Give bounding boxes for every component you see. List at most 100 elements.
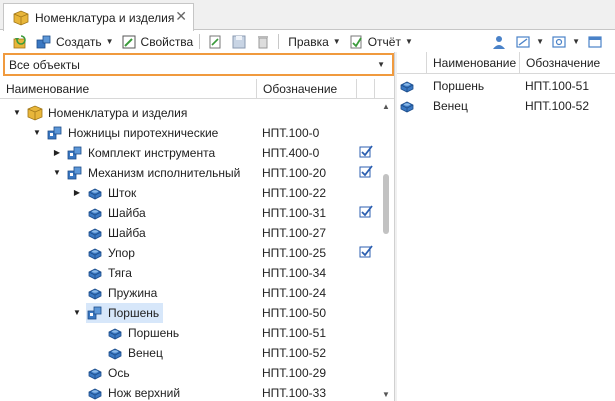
tree-row[interactable]: ▼ Механизм исполнительный НПТ.100-20 <box>0 163 378 183</box>
window-icon <box>586 34 604 50</box>
vertical-scrollbar[interactable]: ▲ ▼ <box>378 100 394 401</box>
tree-row-name-cell[interactable]: Комплект инструмента <box>66 143 219 163</box>
tree-row[interactable]: ▼ Ножницы пиротехнические НПТ.100-0 <box>0 123 378 143</box>
tree-row[interactable]: ▶ Шток НПТ.100-22 <box>0 183 378 203</box>
collapse-icon[interactable]: ▼ <box>72 308 82 318</box>
part-icon <box>86 245 104 261</box>
tree-row[interactable]: Упор НПТ.100-25 <box>0 243 378 263</box>
save-icon <box>230 34 248 50</box>
edit-document-button[interactable] <box>203 32 227 52</box>
list-item-name: Венец <box>433 99 468 113</box>
expand-icon[interactable]: ▶ <box>72 188 82 198</box>
tree-row-label: Тяга <box>108 266 132 280</box>
toolbar: Создать ▼ Свойства Правка ▼ Отчёт ▼ ▼ ▼ <box>0 31 615 52</box>
tree-row-name-cell[interactable]: Поршень <box>106 323 183 343</box>
checkmark-icon[interactable] <box>359 205 373 219</box>
tree-row[interactable]: Пружина НПТ.100-24 <box>0 283 378 303</box>
tree-row[interactable]: Ось НПТ.100-29 <box>0 363 378 383</box>
checkmark-icon[interactable] <box>359 165 373 179</box>
column-header-name[interactable]: Наименование <box>427 52 520 73</box>
tree-row[interactable]: Тяга НПТ.100-34 <box>0 263 378 283</box>
part-icon <box>86 185 104 201</box>
tree-row-code: НПТ.100-25 <box>262 246 326 260</box>
expand-icon[interactable]: ▶ <box>52 148 62 158</box>
delete-icon <box>254 34 272 50</box>
report-menu[interactable]: Отчёт ▼ <box>344 32 416 52</box>
user-icon <box>490 34 508 50</box>
scroll-up-icon[interactable]: ▲ <box>382 102 390 111</box>
layout-button[interactable]: ▼ <box>547 32 583 52</box>
tree-row-name-cell[interactable]: Ножницы пиротехнические <box>46 123 222 143</box>
tree-row[interactable]: Венец НПТ.100-52 <box>0 343 378 363</box>
properties-button[interactable]: Свойства <box>117 32 197 52</box>
tree-row-name-cell[interactable]: Шток <box>86 183 140 203</box>
delete-button[interactable] <box>251 32 275 52</box>
tab-nomenclature[interactable]: Номенклатура и изделия ✕ <box>3 3 194 31</box>
tree-row[interactable]: Нож верхний НПТ.100-33 <box>0 383 378 401</box>
tree-row-label: Пружина <box>108 286 158 300</box>
window-button[interactable] <box>583 32 607 52</box>
checkmark-icon[interactable] <box>359 145 373 159</box>
tree-row-name-cell[interactable]: Пружина <box>86 283 161 303</box>
tree-row-name-cell[interactable]: Упор <box>86 243 139 263</box>
column-header-check[interactable] <box>357 79 375 98</box>
list-item[interactable]: Поршень НПТ.100-51 <box>397 76 615 96</box>
tree-row-code: НПТ.100-31 <box>262 206 326 220</box>
folder-box-icon <box>12 10 30 26</box>
tree-row[interactable]: Шайба НПТ.100-31 <box>0 203 378 223</box>
tree-row[interactable]: Шайба НПТ.100-27 <box>0 223 378 243</box>
close-icon[interactable]: ✕ <box>175 9 187 23</box>
part-icon <box>86 365 104 381</box>
tree-row-code: НПТ.400-0 <box>262 146 320 160</box>
properties-icon <box>120 34 138 50</box>
tree-row-name-cell[interactable]: Венец <box>106 343 167 363</box>
part-icon <box>86 385 104 401</box>
tree-header: Наименование Обозначение <box>0 79 394 99</box>
tree-row-code: НПТ.100-27 <box>262 226 326 240</box>
collapse-icon[interactable]: ▼ <box>52 168 62 178</box>
collapse-icon[interactable]: ▼ <box>12 108 22 118</box>
column-header-code[interactable]: Обозначение <box>520 52 615 73</box>
tree-row-name-cell[interactable]: Шайба <box>86 203 150 223</box>
toolbar-separator <box>199 34 201 49</box>
tree-row[interactable]: ▶ Комплект инструмента НПТ.400-0 <box>0 143 378 163</box>
part-icon <box>398 98 416 114</box>
chevron-down-icon[interactable]: ▼ <box>377 60 385 69</box>
tree-row-name-cell[interactable]: Тяга <box>86 263 136 283</box>
tree-row[interactable]: Поршень НПТ.100-51 <box>0 323 378 343</box>
save-button[interactable] <box>227 32 251 52</box>
tree-row-name-cell[interactable]: Механизм исполнительный <box>66 163 244 183</box>
collapse-icon[interactable]: ▼ <box>32 128 42 138</box>
create-button[interactable]: Создать ▼ <box>32 32 117 52</box>
tree-row-label: Шток <box>108 186 137 200</box>
edit-menu[interactable]: Правка ▼ <box>282 32 343 52</box>
tree-row-label: Ножницы пиротехнические <box>68 126 219 140</box>
chevron-down-icon: ▼ <box>105 37 114 46</box>
tree-row-name-cell[interactable]: Номенклатура и изделия <box>26 103 191 123</box>
scroll-down-icon[interactable]: ▼ <box>382 390 390 399</box>
column-header-icon[interactable] <box>397 52 427 73</box>
list-item-code: НПТ.100-51 <box>525 79 589 93</box>
tree-row-name-cell[interactable]: Поршень <box>86 303 164 323</box>
filter-dropdown[interactable]: Все объекты ▼ <box>3 53 394 76</box>
part-icon <box>86 205 104 221</box>
checkmark-icon[interactable] <box>359 245 373 259</box>
assembly-icon <box>46 125 64 141</box>
scrollbar-thumb[interactable] <box>383 174 389 234</box>
tree-row-name-cell[interactable]: Нож верхний <box>86 383 184 401</box>
view-options-button[interactable]: ▼ <box>511 32 547 52</box>
user-button[interactable] <box>487 32 511 52</box>
assembly-icon <box>66 145 84 161</box>
tree-row-name-cell[interactable]: Ось <box>86 363 134 383</box>
column-header-code[interactable]: Обозначение <box>257 79 357 98</box>
tree-row[interactable]: ▼ Поршень НПТ.100-50 <box>0 303 378 323</box>
tree-row-code: НПТ.100-52 <box>262 346 326 360</box>
tree-row[interactable]: ▼ Номенклатура и изделия <box>0 103 378 123</box>
list-item[interactable]: Венец НПТ.100-52 <box>397 96 615 116</box>
toolbar-separator <box>278 34 280 49</box>
tree-row-label: Поршень <box>128 326 180 340</box>
tree-row-name-cell[interactable]: Шайба <box>86 223 150 243</box>
refresh-button[interactable] <box>8 32 32 52</box>
tree-row-code: НПТ.100-24 <box>262 286 326 300</box>
column-header-name[interactable]: Наименование <box>0 79 257 98</box>
